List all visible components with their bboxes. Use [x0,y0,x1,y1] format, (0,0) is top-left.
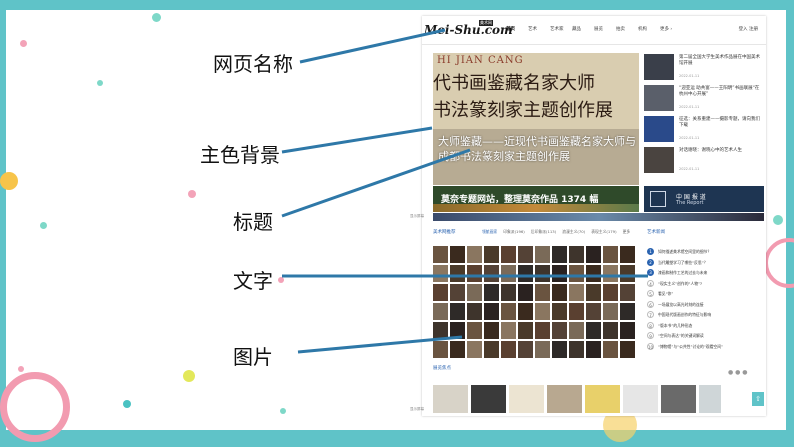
annotation-pointer-lines [281,28,648,354]
slide: 网页名称 主色背景 标题 文字 图片 Mei-Shu.com 美术网 首页 艺术… [0,0,794,447]
pointer-line-main-bg [281,126,433,154]
pointer-line-page-name [299,28,446,64]
pointer-line-title [281,148,471,218]
pointer-line-image [297,335,463,354]
